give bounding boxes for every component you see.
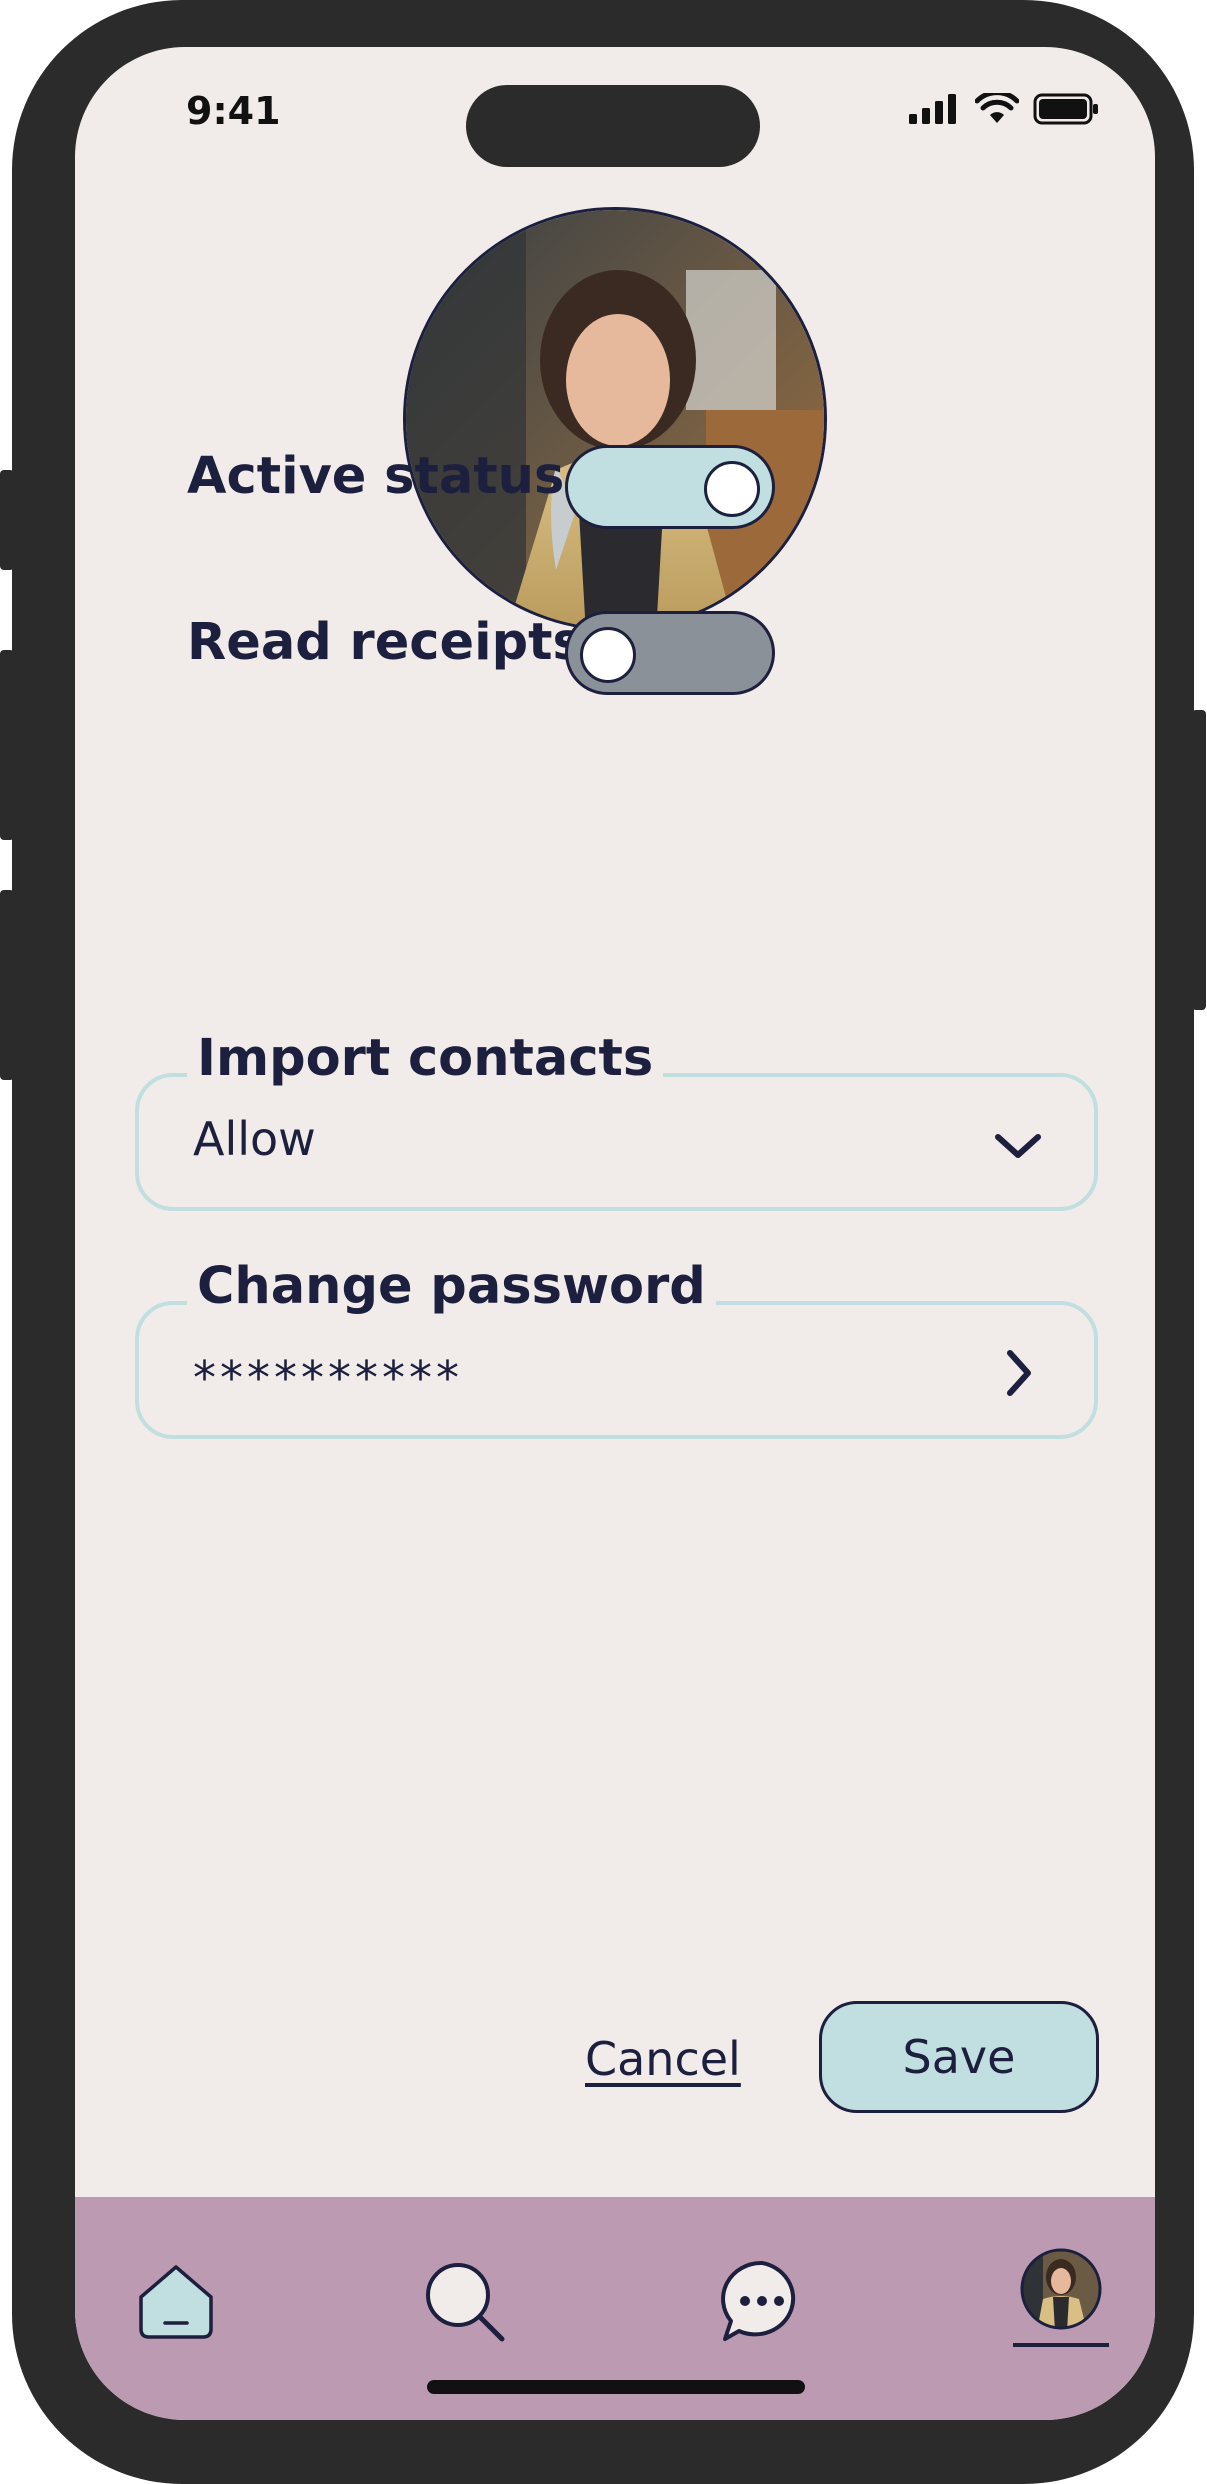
active-status-toggle[interactable] [565, 445, 775, 529]
import-contacts-value: Allow [193, 1112, 316, 1166]
home-indicator [427, 2380, 805, 2394]
volume-down-button [0, 890, 14, 1080]
profile-photo[interactable] [403, 207, 827, 631]
phone-frame: 9:41 Active status Read receipts Import … [0, 0, 1206, 2484]
import-contacts-select[interactable]: Import contacts Allow [135, 1029, 1098, 1211]
profile-avatar [1020, 2248, 1102, 2330]
power-button [1192, 710, 1206, 1010]
read-receipts-label: Read receipts [187, 613, 583, 672]
home-icon [139, 2265, 213, 2339]
nav-messages[interactable] [717, 2257, 807, 2351]
password-mask: ********** [193, 1351, 463, 1405]
nav-profile[interactable] [1019, 2247, 1103, 2335]
screen: 9:41 Active status Read receipts Import … [75, 47, 1155, 2420]
silent-switch [0, 470, 14, 570]
battery-icon [1033, 93, 1098, 125]
signal-icon [909, 94, 956, 124]
dynamic-island [466, 85, 760, 167]
toggle-knob [704, 461, 760, 517]
read-receipts-toggle[interactable] [565, 611, 775, 695]
nav-home[interactable] [131, 2257, 221, 2351]
save-button[interactable]: Save [819, 2001, 1099, 2113]
chevron-right-icon [1007, 1350, 1031, 1396]
status-icons [909, 93, 1099, 125]
status-time: 9:41 [186, 89, 281, 133]
search-icon [426, 2263, 505, 2342]
status-bar: 9:41 [75, 47, 1155, 177]
active-status-label: Active status [187, 447, 565, 506]
chat-icon [721, 2260, 796, 2341]
change-password-field[interactable]: Change password ********** [135, 1257, 1098, 1439]
wifi-icon [975, 93, 1019, 123]
import-contacts-label: Import contacts [187, 1029, 664, 1088]
nav-search[interactable] [420, 2257, 510, 2351]
volume-up-button [0, 650, 14, 840]
chevron-down-icon [995, 1134, 1041, 1158]
toggle-knob [580, 627, 636, 683]
active-nav-indicator [1013, 2343, 1109, 2347]
cancel-button[interactable]: Cancel [585, 2032, 741, 2086]
change-password-label: Change password [187, 1257, 716, 1316]
